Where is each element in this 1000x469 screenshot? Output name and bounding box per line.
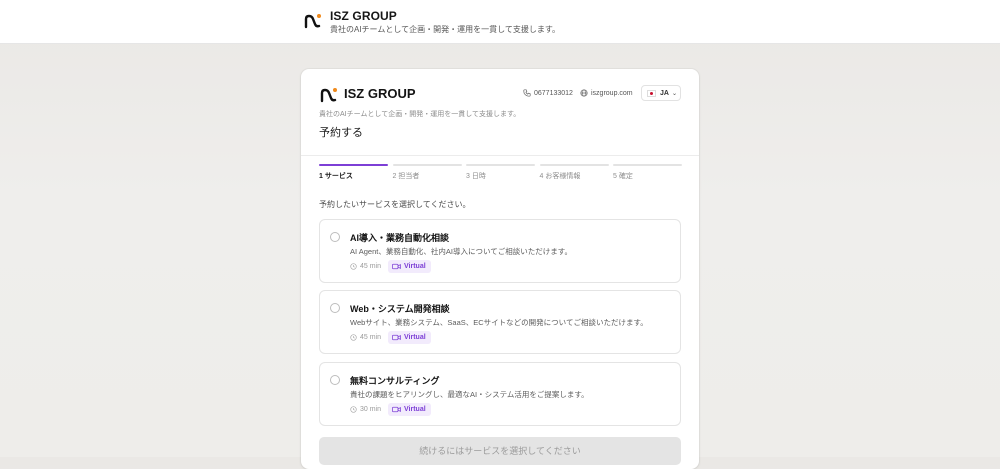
website-text: iszgroup.com bbox=[591, 89, 633, 97]
top-header: ISZ GROUP 貴社のAIチームとして企画・開発・運用を一貫して支援します。 bbox=[0, 0, 1000, 44]
step-progress: 1 サービス 2 担当者 3 日時 4 お客様情報 5 確定 bbox=[319, 164, 682, 181]
step-service: 1 サービス bbox=[319, 164, 388, 181]
step-datetime: 3 日時 bbox=[466, 164, 535, 181]
service-radio[interactable] bbox=[330, 232, 340, 242]
site-title: ISZ GROUP bbox=[330, 9, 397, 23]
service-duration: 45 min bbox=[350, 263, 381, 270]
divider bbox=[301, 155, 699, 156]
service-radio[interactable] bbox=[330, 303, 340, 313]
step-bar bbox=[539, 164, 609, 166]
video-camera-icon bbox=[392, 263, 401, 270]
language-code: JA bbox=[660, 89, 669, 97]
service-option-web[interactable]: Web・システム開発相談 Webサイト、業務システム、SaaS、ECサイトなどの… bbox=[319, 290, 681, 354]
service-description: AI Agent、業務自動化、社内AI導入についてご相談いただけます。 bbox=[350, 247, 572, 256]
chevron-down-icon: ⌄ bbox=[671, 90, 677, 97]
step-staff: 2 担当者 bbox=[392, 164, 462, 181]
phone-icon bbox=[523, 89, 531, 97]
page-title: 予約する bbox=[319, 127, 363, 139]
step-label: 1 サービス bbox=[319, 173, 353, 180]
step-label: 4 お客様情報 bbox=[539, 173, 581, 180]
globe-icon bbox=[580, 89, 588, 97]
booking-card: ISZ GROUP 0677133012 iszgroup.com JA ⌄ 貴… bbox=[301, 69, 699, 469]
service-duration: 45 min bbox=[350, 334, 381, 341]
clock-icon bbox=[350, 263, 357, 270]
service-title: 無料コンサルティング bbox=[350, 376, 440, 386]
clock-icon bbox=[350, 406, 357, 413]
virtual-badge: Virtual bbox=[388, 403, 431, 416]
language-selector[interactable]: JA ⌄ bbox=[641, 85, 681, 101]
service-prompt: 予約したいサービスを選択してください。 bbox=[319, 200, 471, 209]
isz-logo-icon bbox=[320, 88, 337, 103]
clock-icon bbox=[350, 334, 357, 341]
japan-flag-icon bbox=[647, 89, 656, 97]
website-link[interactable]: iszgroup.com bbox=[580, 89, 633, 97]
service-description: 貴社の課題をヒアリングし、最適なAI・システム活用をご提案します。 bbox=[350, 390, 589, 399]
card-tagline: 貴社のAIチームとして企画・開発・運用を一貫して支援します。 bbox=[319, 111, 521, 118]
step-bar bbox=[466, 164, 535, 166]
continue-button[interactable]: 続けるにはサービスを選択してください bbox=[319, 437, 681, 465]
step-bar bbox=[319, 164, 388, 166]
service-title: Web・システム開発相談 bbox=[350, 304, 450, 314]
phone-number: 0677133012 bbox=[534, 89, 573, 97]
service-radio[interactable] bbox=[330, 375, 340, 385]
service-option-consulting[interactable]: 無料コンサルティング 貴社の課題をヒアリングし、最適なAI・システム活用をご提案… bbox=[319, 362, 681, 426]
card-brand: ISZ GROUP bbox=[344, 86, 416, 101]
service-title: AI導入・業務自動化相談 bbox=[350, 233, 450, 243]
step-label: 3 日時 bbox=[466, 173, 486, 180]
video-camera-icon bbox=[392, 334, 401, 341]
step-bar bbox=[613, 164, 682, 166]
phone-link[interactable]: 0677133012 bbox=[523, 89, 573, 97]
step-label: 5 確定 bbox=[613, 173, 633, 180]
virtual-badge: Virtual bbox=[388, 331, 431, 344]
site-subtitle: 貴社のAIチームとして企画・開発・運用を一貫して支援します。 bbox=[330, 25, 561, 34]
isz-logo-icon bbox=[304, 14, 321, 29]
step-bar bbox=[392, 164, 462, 166]
service-description: Webサイト、業務システム、SaaS、ECサイトなどの開発についてご相談いただけ… bbox=[350, 318, 648, 327]
step-label: 2 担当者 bbox=[392, 173, 420, 180]
service-duration: 30 min bbox=[350, 406, 381, 413]
step-customer-info: 4 お客様情報 bbox=[539, 164, 609, 181]
service-option-ai[interactable]: AI導入・業務自動化相談 AI Agent、業務自動化、社内AI導入についてご相… bbox=[319, 219, 681, 283]
step-confirm: 5 確定 bbox=[613, 164, 682, 181]
virtual-badge: Virtual bbox=[388, 260, 431, 273]
video-camera-icon bbox=[392, 406, 401, 413]
